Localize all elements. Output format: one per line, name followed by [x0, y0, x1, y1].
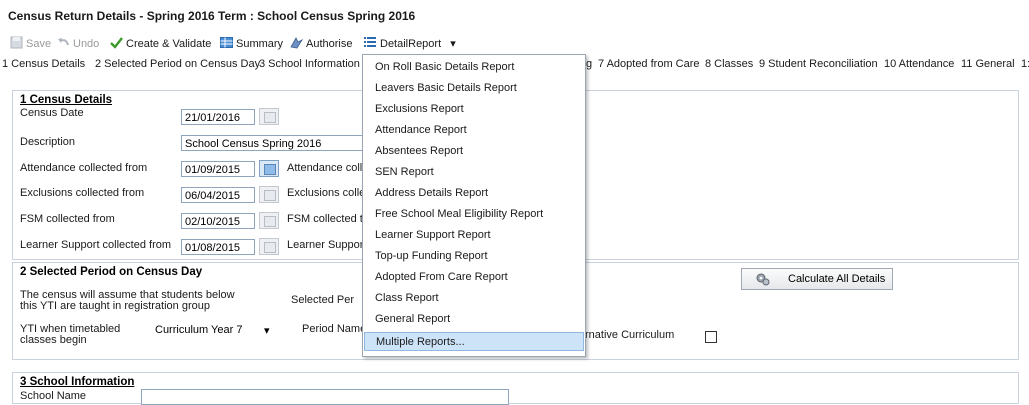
menu-item-adopted-from-care[interactable]: Adopted From Care Report: [364, 268, 584, 287]
window-title: Census Return Details - Spring 2016 Term…: [8, 9, 416, 23]
list-icon: [364, 37, 376, 47]
fsm-from-label: FSM collected from: [20, 213, 115, 225]
menu-item-address-details[interactable]: Address Details Report: [364, 184, 584, 203]
attendance-from-label: Attendance collected from: [20, 162, 148, 174]
school-info-panel: 3 School Information School Name: [12, 372, 1019, 405]
description-field[interactable]: School Census Spring 2016: [181, 135, 365, 151]
calendar-icon[interactable]: [259, 238, 279, 255]
yti-dropdown[interactable]: Curriculum Year 7 ▾: [155, 324, 273, 340]
school-info-title: 3 School Information: [20, 376, 135, 388]
detail-report-label: DetailReport: [380, 38, 442, 50]
attendance-to-label: Attendance colle: [287, 162, 369, 174]
learner-support-from-label: Learner Support collected from: [20, 239, 172, 251]
description-label: Description: [20, 136, 76, 148]
calculate-label: Calculate All Details: [788, 273, 886, 285]
save-icon: [10, 36, 23, 49]
menu-item-free-school-meal[interactable]: Free School Meal Eligibility Report: [364, 205, 584, 224]
exclusions-from-field[interactable]: 06/04/2015: [181, 187, 255, 203]
menu-item-leavers-basic-details[interactable]: Leavers Basic Details Report: [364, 79, 584, 98]
census-details-title: 1 Census Details: [20, 94, 113, 106]
tab-general[interactable]: 11 General: [961, 58, 1015, 70]
exclusions-from-label: Exclusions collected from: [20, 187, 145, 199]
yti-label-line2: classes begin: [20, 334, 87, 346]
menu-item-sen[interactable]: SEN Report: [364, 163, 584, 182]
menu-item-general[interactable]: General Report: [364, 310, 584, 329]
selected-period-title: 2 Selected Period on Census Day: [20, 266, 203, 278]
menu-item-on-roll-basic-details[interactable]: On Roll Basic Details Report: [364, 58, 584, 77]
school-name-label: School Name: [20, 390, 87, 402]
tab-school-information[interactable]: 3 School Information: [259, 58, 360, 70]
yti-selected-value: Curriculum Year 7: [155, 324, 243, 336]
toolbar: Save Undo Create & Validate Summary Auth…: [0, 32, 1029, 54]
gears-icon: [756, 273, 770, 286]
calculate-all-details-button[interactable]: Calculate All Details: [741, 268, 893, 290]
learner-support-from-field[interactable]: 01/08/2015: [181, 239, 255, 255]
detail-report-menu: On Roll Basic Details Report Leavers Bas…: [362, 54, 586, 357]
create-validate-button[interactable]: Create & Validate: [110, 36, 211, 52]
alternative-curriculum-label: rnative Curriculum: [585, 329, 675, 341]
census-date-label: Census Date: [20, 107, 84, 119]
fsm-to-label: FSM collected to: [287, 213, 369, 225]
menu-item-attendance[interactable]: Attendance Report: [364, 121, 584, 140]
title-bar: Census Return Details - Spring 2016 Term…: [0, 0, 1029, 32]
fsm-from-field[interactable]: 02/10/2015: [181, 213, 255, 229]
authorise-icon: [290, 37, 303, 49]
attendance-from-field[interactable]: 01/09/2015: [181, 161, 255, 177]
exclusions-to-label: Exclusions colle: [287, 187, 366, 199]
menu-item-class[interactable]: Class Report: [364, 289, 584, 308]
checkmark-icon: [110, 37, 123, 49]
save-label: Save: [26, 38, 52, 50]
summary-button[interactable]: Summary: [220, 36, 283, 52]
undo-label: Undo: [73, 38, 100, 50]
chevron-down-icon: ▾: [450, 38, 456, 50]
tab-classes[interactable]: 8 Classes: [705, 58, 753, 70]
authorise-label: Authorise: [306, 38, 353, 50]
menu-item-learner-support[interactable]: Learner Support Report: [364, 226, 584, 245]
learner-support-to-label: Learner Support: [287, 239, 367, 251]
calendar-icon[interactable]: [259, 186, 279, 203]
school-name-field[interactable]: [141, 389, 509, 405]
create-validate-label: Create & Validate: [126, 38, 212, 50]
save-button[interactable]: Save: [10, 36, 51, 52]
menu-item-multiple-reports[interactable]: Multiple Reports...: [364, 332, 584, 351]
chevron-down-icon: ▾: [264, 325, 270, 337]
tab-attendance[interactable]: 10 Attendance: [884, 58, 954, 70]
selected-period-label: Selected Per: [291, 294, 354, 306]
alternative-curriculum-checkbox[interactable]: [705, 331, 717, 343]
summary-grid-icon: [220, 37, 233, 48]
detail-report-button[interactable]: DetailReport ▾: [364, 36, 456, 52]
tab-next[interactable]: 1:: [1021, 58, 1029, 70]
summary-label: Summary: [236, 38, 284, 50]
assume-text-line2: this YTI are taught in registration grou…: [20, 300, 210, 312]
undo-button[interactable]: Undo: [57, 36, 99, 52]
census-date-field[interactable]: 21/01/2016: [181, 109, 255, 125]
tab-student-reconciliation[interactable]: 9 Student Reconciliation: [759, 58, 878, 70]
calendar-icon[interactable]: [259, 160, 279, 177]
tab-census-details[interactable]: 1 Census Details: [2, 58, 85, 70]
undo-icon: [58, 38, 69, 46]
tab-selected-period[interactable]: 2 Selected Period on Census Day: [95, 58, 260, 70]
calendar-icon[interactable]: [259, 108, 279, 125]
menu-item-absentees[interactable]: Absentees Report: [364, 142, 584, 161]
menu-item-top-up-funding[interactable]: Top-up Funding Report: [364, 247, 584, 266]
authorise-button[interactable]: Authorise: [290, 36, 352, 52]
menu-item-exclusions[interactable]: Exclusions Report: [364, 100, 584, 119]
tab-partial[interactable]: g: [586, 58, 592, 70]
tab-adopted-from-care[interactable]: 7 Adopted from Care: [598, 58, 700, 70]
calendar-icon[interactable]: [259, 212, 279, 229]
period-name-label: Period Name: [302, 323, 367, 335]
